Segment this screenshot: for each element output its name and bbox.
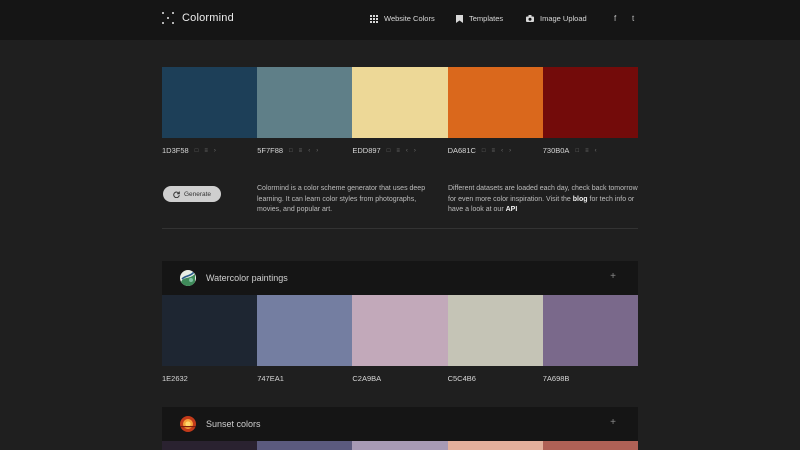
watercolor-swatch[interactable]: [257, 295, 353, 366]
swatch-code[interactable]: 1E2632: [162, 374, 188, 383]
watercolor-swatch[interactable]: [542, 295, 638, 366]
section-header-sunset[interactable]: Sunset colors +: [162, 407, 638, 441]
description-left: Colormind is a color scheme generator th…: [257, 185, 426, 213]
nav-website-colors[interactable]: Website Colors: [370, 14, 435, 23]
watercolor-palette-codes: 1E2632 747EA1 C2A9BA C5C4B6 7A698B: [162, 374, 638, 383]
sunset-thumbnail-icon: [180, 416, 196, 432]
watercolor-swatch[interactable]: [162, 295, 258, 366]
swatch-code[interactable]: 1D3F58: [162, 146, 189, 155]
facebook-icon[interactable]: f: [614, 14, 616, 23]
adjust-icon[interactable]: ≡: [299, 148, 303, 154]
expand-plus-icon[interactable]: +: [610, 271, 616, 282]
blog-link[interactable]: blog: [573, 196, 588, 203]
twitter-icon[interactable]: t: [632, 14, 634, 23]
lock-icon[interactable]: □: [482, 148, 486, 154]
swatch-code-cell: EDD897 □ ≡ ‹ ›: [352, 146, 447, 155]
main-swatch[interactable]: [542, 67, 638, 138]
swatch-code-cell: 5F7F88 □ ≡ ‹ ›: [257, 146, 352, 155]
swatch-code[interactable]: C2A9BA: [352, 374, 381, 383]
adjust-icon[interactable]: ≡: [492, 148, 496, 154]
sunset-swatch[interactable]: [352, 441, 448, 450]
watercolor-swatch[interactable]: [447, 295, 543, 366]
adjust-icon[interactable]: ≡: [585, 148, 589, 154]
main-swatch[interactable]: [447, 67, 543, 138]
arrow-right-icon[interactable]: ›: [316, 148, 318, 154]
expand-plus-icon[interactable]: +: [610, 417, 616, 428]
refresh-icon: [173, 191, 180, 198]
main-swatch[interactable]: [352, 67, 448, 138]
grid-icon: [370, 14, 378, 23]
arrow-left-icon[interactable]: ‹: [406, 148, 408, 154]
main-swatch[interactable]: [162, 67, 258, 138]
watercolor-thumbnail-icon: [180, 270, 196, 286]
nav-website-colors-label: Website Colors: [384, 14, 435, 23]
swatch-code-cell: 747EA1: [257, 374, 352, 383]
main-swatch[interactable]: [257, 67, 353, 138]
generate-button-label: Generate: [183, 190, 212, 198]
swatch-code-cell: DA681C □ ≡ ‹ ›: [448, 146, 543, 155]
adjust-icon[interactable]: ≡: [396, 148, 400, 154]
description-right: Different datasets are loaded each day, …: [448, 184, 638, 216]
generate-button[interactable]: Generate: [163, 186, 221, 202]
arrow-left-icon[interactable]: ‹: [501, 148, 503, 154]
logo-text: Colormind: [182, 12, 234, 24]
logo[interactable]: Colormind: [162, 12, 234, 24]
main-palette: [162, 67, 638, 138]
top-navigation-bar: Colormind Website Colors Templates Image…: [0, 0, 800, 40]
swatch-code[interactable]: DA681C: [448, 146, 476, 155]
main-palette-codes: 1D3F58 □ ≡ › 5F7F88 □ ≡ ‹ › EDD897 □ ≡ ‹…: [162, 146, 638, 155]
nav-image-upload-label: Image Upload: [540, 14, 587, 23]
swatch-code-cell: 7A698B: [543, 374, 638, 383]
lock-icon[interactable]: □: [195, 148, 199, 154]
api-link[interactable]: API: [506, 206, 518, 213]
arrow-left-icon[interactable]: ‹: [595, 148, 597, 154]
arrow-right-icon[interactable]: ›: [414, 148, 416, 154]
nav-image-upload[interactable]: Image Upload: [526, 14, 587, 23]
nav-templates[interactable]: Templates: [456, 14, 503, 23]
sunset-swatch[interactable]: [162, 441, 258, 450]
swatch-code-cell: C2A9BA: [352, 374, 447, 383]
lock-icon[interactable]: □: [387, 148, 391, 154]
adjust-icon[interactable]: ≡: [204, 148, 208, 154]
swatch-code[interactable]: 730B0A: [543, 146, 570, 155]
lock-icon[interactable]: □: [289, 148, 293, 154]
watercolor-swatch[interactable]: [352, 295, 448, 366]
arrow-right-icon[interactable]: ›: [214, 148, 216, 154]
swatch-code[interactable]: C5C4B6: [448, 374, 476, 383]
swatch-code-cell: 1E2632: [162, 374, 257, 383]
sunset-palette: [162, 441, 638, 450]
sunset-swatch[interactable]: [542, 441, 638, 450]
swatch-code[interactable]: 747EA1: [257, 374, 284, 383]
swatch-code[interactable]: 5F7F88: [257, 146, 283, 155]
colormind-logo-icon: [162, 12, 174, 24]
swatch-code[interactable]: 7A698B: [543, 374, 570, 383]
section-title: Sunset colors: [206, 419, 261, 429]
sunset-swatch[interactable]: [447, 441, 543, 450]
swatch-code[interactable]: EDD897: [352, 146, 380, 155]
lock-icon[interactable]: □: [575, 148, 579, 154]
section-divider: [162, 228, 638, 229]
sunset-swatch[interactable]: [257, 441, 353, 450]
camera-icon: [526, 15, 534, 22]
swatch-code-cell: 1D3F58 □ ≡ ›: [162, 146, 257, 155]
arrow-left-icon[interactable]: ‹: [308, 148, 310, 154]
nav-templates-label: Templates: [469, 14, 504, 23]
section-title: Watercolor paintings: [206, 273, 288, 283]
section-header-watercolor[interactable]: Watercolor paintings +: [162, 261, 638, 295]
bookmark-icon: [456, 14, 463, 23]
swatch-code-cell: C5C4B6: [448, 374, 543, 383]
swatch-code-cell: 730B0A □ ≡ ‹: [543, 146, 638, 155]
watercolor-palette: [162, 295, 638, 366]
arrow-right-icon[interactable]: ›: [509, 148, 511, 154]
